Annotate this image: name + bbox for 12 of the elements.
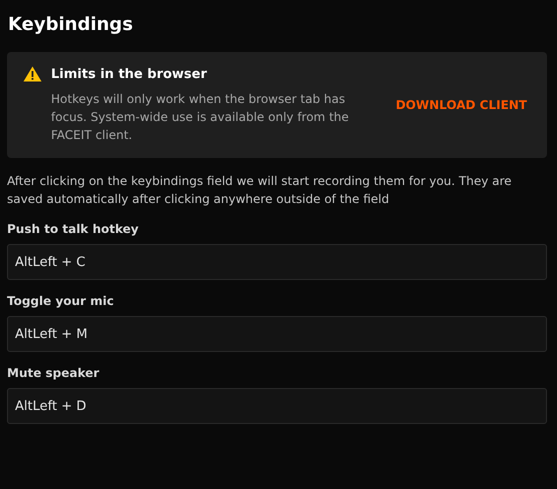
description-text: After clicking on the keybindings field we will start recording them for you. They are saved automatically after clicking anywhere outside of the field: [7, 173, 513, 208]
field-label: Push to talk hotkey: [7, 222, 140, 236]
download-client-link[interactable]: DOWNLOAD CLIENT: [396, 98, 527, 112]
hotkey-field[interactable]: AltLeft + C: [7, 244, 547, 280]
page-title: Keybindings: [8, 14, 134, 35]
alert-title: Limits in the browser: [51, 66, 208, 82]
hotkey-field[interactable]: AltLeft + M: [7, 316, 547, 352]
hotkey-field[interactable]: AltLeft + D: [7, 388, 547, 424]
alert-message: Hotkeys will only work when the browser tab has focus. System-wide use is available only from the FACEIT client.: [51, 91, 350, 144]
warning-icon: [23, 66, 42, 82]
field-label: Toggle your mic: [7, 294, 115, 308]
field-label: Mute speaker: [7, 366, 100, 380]
